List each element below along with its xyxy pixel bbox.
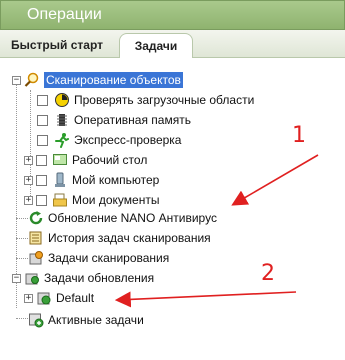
tree-item-active-tasks[interactable]: Активные задачи — [28, 310, 144, 330]
annotation-number-2: 2 — [261, 261, 275, 286]
tree-item-label: Задачи обновления — [44, 271, 155, 285]
tab-tasks[interactable]: Задачи — [119, 33, 193, 58]
tree-item-label: Задачи сканирования — [48, 251, 170, 265]
tree-item-label: Default — [56, 291, 95, 305]
documents-folder-icon — [52, 192, 68, 208]
running-man-icon — [54, 132, 70, 148]
tree-item-label: Обновление NANO Антивирус — [48, 211, 217, 225]
tree-item-label: Мой компьютер — [72, 173, 160, 187]
tree-item-desktop[interactable]: + Рабочий стол — [24, 150, 147, 170]
checkbox[interactable] — [37, 114, 48, 126]
tree-item-memory[interactable]: Оперативная память — [37, 110, 191, 130]
magnifier-icon — [24, 72, 40, 88]
tree-item-label: Оперативная память — [74, 113, 191, 127]
panel-title: Операции — [0, 0, 345, 30]
tab-quick-start[interactable]: Быстрый старт — [11, 33, 103, 58]
tree-item-default[interactable]: + Default — [24, 288, 94, 308]
history-log-icon — [28, 230, 44, 246]
scan-task-icon — [28, 250, 44, 266]
checkbox[interactable] — [36, 194, 47, 206]
expand-toggle[interactable]: + — [24, 155, 33, 165]
annotation-number-1: 1 — [292, 123, 306, 148]
expand-toggle[interactable]: + — [24, 175, 33, 185]
tree-item-label: Проверять загрузочные области — [74, 93, 255, 107]
tree-item-label: Сканирование объектов — [44, 72, 183, 88]
update-profile-icon — [36, 290, 52, 306]
tree-item-label: Экспресс-проверка — [74, 133, 182, 147]
tree-item-label: Мои документы — [72, 193, 160, 207]
refresh-icon — [28, 210, 44, 226]
memory-chip-icon — [54, 112, 70, 128]
update-task-icon — [24, 270, 40, 286]
expand-toggle[interactable]: + — [24, 293, 33, 303]
computer-icon — [52, 172, 68, 188]
tree-item-update-tasks[interactable]: − Задачи обновления — [12, 268, 154, 288]
tab-bar: Быстрый старт Задачи — [0, 30, 345, 58]
tree-item-label: Рабочий стол — [72, 153, 148, 167]
checkbox[interactable] — [36, 154, 47, 166]
tree-item-express-scan[interactable]: Экспресс-проверка — [37, 130, 181, 150]
tree-item-scan-tasks[interactable]: Задачи сканирования — [28, 248, 169, 268]
tree-item-scan-history[interactable]: История задач сканирования — [28, 228, 211, 248]
tree-item-update-nano[interactable]: Обновление NANO Антивирус — [28, 208, 217, 228]
collapse-toggle[interactable]: − — [12, 273, 21, 283]
clock-disk-icon — [54, 92, 70, 108]
tree-item-label: История задач сканирования — [48, 231, 211, 245]
checkbox[interactable] — [37, 134, 48, 146]
tree-item-my-computer[interactable]: + Мой компьютер — [24, 170, 159, 190]
active-tasks-icon — [28, 312, 44, 328]
tree-item-scan-objects[interactable]: − Сканирование объектов — [12, 70, 183, 90]
collapse-toggle[interactable]: − — [12, 75, 21, 85]
expand-toggle[interactable]: + — [24, 195, 33, 205]
tree-item-label: Активные задачи — [48, 313, 144, 327]
checkbox[interactable] — [37, 94, 48, 106]
checkbox[interactable] — [36, 174, 47, 186]
tree-item-boot-areas[interactable]: Проверять загрузочные области — [37, 90, 254, 110]
tree-item-my-documents[interactable]: + Мои документы — [24, 190, 159, 210]
desktop-icon — [52, 152, 68, 168]
task-tree: − Сканирование объектов Проверять загруз… — [0, 60, 345, 360]
